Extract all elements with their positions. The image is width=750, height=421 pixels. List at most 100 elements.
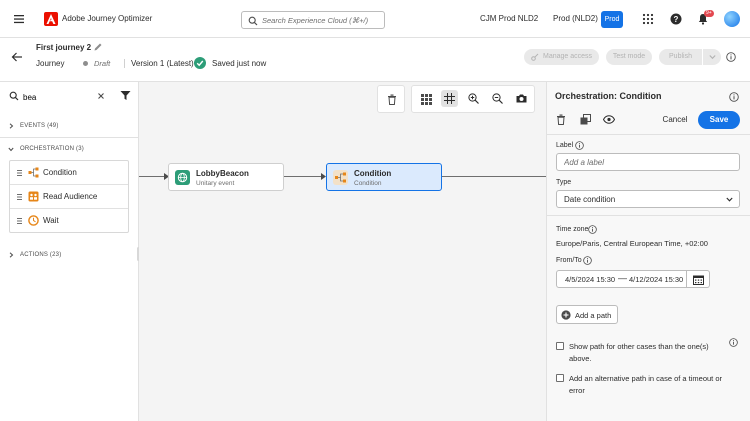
timeout-path-checkbox[interactable] [556, 374, 564, 382]
add-path-button[interactable]: Add a path [556, 305, 618, 324]
divider [0, 137, 138, 138]
adobe-logo[interactable] [44, 12, 58, 26]
saved-checkmark-icon [194, 57, 206, 69]
drag-handle-icon[interactable] [17, 170, 22, 176]
read-audience-icon [28, 191, 39, 202]
type-selected-value: Date condition [564, 195, 616, 204]
chevron-down-icon [726, 196, 733, 203]
calendar-button[interactable] [687, 270, 710, 288]
info-icon[interactable] [726, 52, 736, 62]
apps-grid-icon[interactable] [642, 13, 654, 25]
save-button[interactable]: Save [698, 111, 740, 129]
palette-item-label: Condition [43, 168, 77, 177]
key-icon [531, 53, 539, 61]
node-subtitle: Unitary event [196, 180, 235, 187]
flow-connector [284, 176, 322, 177]
palette-item-condition[interactable]: Condition [10, 161, 128, 185]
date-to-value[interactable]: 4/12/2024 15:30 [629, 275, 683, 284]
cancel-button[interactable]: Cancel [658, 112, 692, 128]
trash-icon[interactable] [556, 114, 566, 125]
divider [546, 134, 750, 135]
event-globe-icon [175, 170, 190, 185]
preview-eye-icon[interactable] [603, 115, 615, 124]
publish-button[interactable]: Publish [659, 49, 702, 65]
section-orchestration[interactable]: ORCHESTRATION (3) [20, 146, 84, 152]
add-circle-icon [561, 310, 571, 320]
show-other-path-checkbox[interactable] [556, 342, 564, 350]
divider [546, 215, 750, 216]
sandbox-switcher[interactable]: Prod (NLD2) [553, 14, 598, 23]
journey-version[interactable]: Version 1 (Latest) [124, 59, 194, 68]
trash-icon [387, 94, 397, 105]
svg-text:?: ? [674, 15, 679, 24]
drag-handle-icon[interactable] [17, 194, 22, 200]
info-icon[interactable] [588, 225, 597, 234]
timezone-value: Europe/Paris, Central European Time, +02… [556, 239, 708, 248]
env-badge[interactable]: Prod [601, 11, 623, 28]
timeout-path-label[interactable]: Add an alternative path in case of a tim… [569, 373, 739, 397]
drag-handle-icon[interactable] [17, 218, 22, 224]
user-avatar[interactable] [724, 11, 740, 27]
node-subtitle: Condition [354, 180, 382, 187]
orchestration-list: Condition Read Audience Wait [9, 160, 129, 233]
date-from-value[interactable]: 4/5/2024 15:30 [565, 275, 615, 284]
info-icon[interactable] [583, 256, 592, 265]
wait-clock-icon [28, 215, 39, 226]
notification-count-badge: 9+ [704, 10, 714, 17]
help-icon[interactable]: ? [670, 13, 682, 25]
publish-menu-button[interactable] [702, 49, 721, 65]
date-range-input[interactable]: 4/5/2024 15:30 — 4/12/2024 15:30 [556, 270, 687, 288]
properties-panel [546, 82, 750, 421]
filter-icon[interactable] [120, 90, 131, 101]
camera-screenshot-icon[interactable] [516, 93, 527, 104]
chevron-right-icon[interactable] [8, 123, 14, 129]
palette-item-read-audience[interactable]: Read Audience [10, 185, 128, 209]
delete-button[interactable] [377, 85, 405, 113]
journey-canvas[interactable] [139, 82, 546, 421]
test-mode-button[interactable]: Test mode [606, 49, 652, 65]
palette-item-wait[interactable]: Wait [10, 209, 128, 233]
info-icon[interactable] [729, 92, 739, 102]
grid-lines-icon [444, 93, 455, 104]
journey-status: Draft [94, 59, 111, 68]
show-other-path-label[interactable]: Show path for other cases than the one(s… [569, 341, 719, 365]
save-status: Saved just now [212, 59, 267, 68]
section-events[interactable]: EVENTS (49) [20, 123, 59, 129]
section-actions[interactable]: ACTIONS (23) [20, 252, 61, 258]
type-dropdown[interactable]: Date condition [556, 190, 740, 208]
add-path-label: Add a path [575, 311, 612, 320]
panel-title: Orchestration: Condition [555, 91, 662, 101]
label-input[interactable] [556, 153, 740, 171]
palette-search-input[interactable] [23, 90, 93, 104]
zoom-out-icon[interactable] [492, 93, 503, 104]
chevron-down-icon[interactable] [8, 146, 14, 152]
calendar-icon [687, 275, 709, 285]
app-title[interactable]: Adobe Journey Optimizer [62, 14, 152, 23]
hamburger-menu-icon[interactable] [12, 12, 26, 26]
edit-pencil-icon[interactable] [93, 42, 103, 52]
info-icon[interactable] [575, 141, 584, 150]
date-separator: — [618, 273, 627, 283]
zoom-in-icon[interactable] [468, 93, 479, 104]
timezone-label: Time zone [556, 226, 589, 233]
info-icon[interactable] [729, 338, 738, 347]
back-arrow-icon[interactable] [11, 51, 23, 63]
search-input[interactable] [262, 12, 382, 28]
search-icon [248, 16, 258, 26]
org-switcher[interactable]: CJM Prod NLD2 [480, 14, 538, 23]
global-search[interactable] [241, 11, 385, 29]
from-to-label: From/To [556, 257, 582, 264]
label-field-label: Label [556, 142, 574, 149]
search-icon [9, 91, 19, 101]
fit-grid-icon[interactable] [421, 94, 432, 105]
duplicate-icon[interactable] [580, 114, 591, 125]
clear-search-icon[interactable] [97, 92, 105, 100]
chevron-right-icon[interactable] [8, 252, 14, 258]
journey-name: First journey 2 [36, 43, 92, 52]
status-dot [83, 61, 88, 66]
snap-grid-toggle[interactable] [441, 90, 458, 107]
canvas-node-condition[interactable]: Condition Condition [326, 163, 442, 191]
canvas-node-event[interactable]: LobbyBeacon Unitary event [168, 163, 284, 191]
manage-access-label: Manage access [542, 53, 593, 60]
manage-access-button[interactable]: Manage access [524, 49, 599, 65]
